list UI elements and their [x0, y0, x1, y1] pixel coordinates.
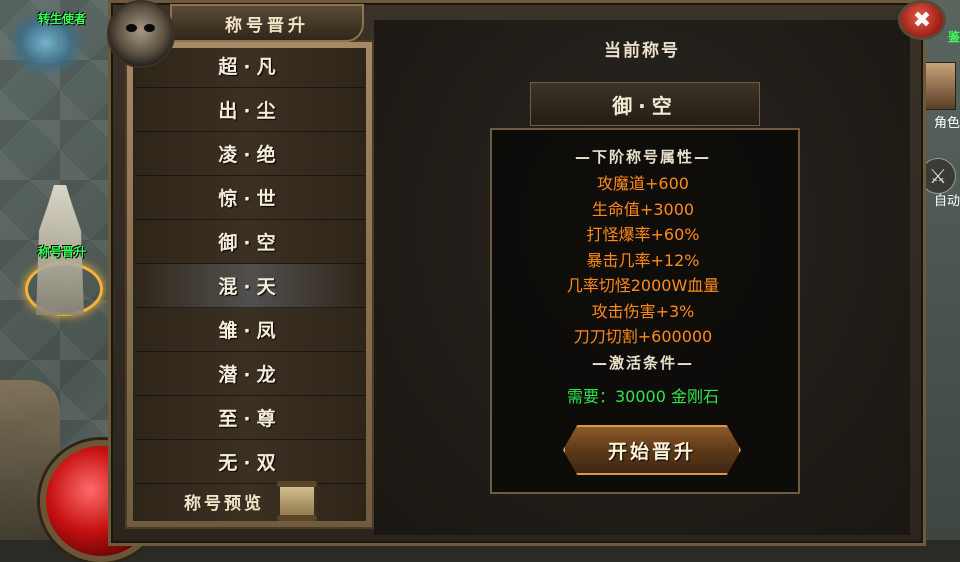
rank-list: 超·凡 出·尘 凌·绝 惊·世 御·空 混·天 雏·凤 潜·龙 至·尊 无·双: [135, 44, 365, 484]
rank-item[interactable]: 出·尘: [135, 88, 365, 132]
auto-battle-label[interactable]: 自动: [934, 190, 960, 209]
attribute-line: 暴击几率+12%: [586, 250, 700, 270]
current-title-label: 当前称号: [604, 41, 680, 61]
requirement-text: 需要：30000 金刚石: [567, 387, 719, 406]
rank-item[interactable]: 混·天: [135, 264, 365, 308]
close-icon[interactable]: ✖: [898, 0, 946, 40]
start-promotion-button[interactable]: 开始晋升: [563, 425, 741, 475]
rank-item[interactable]: 雏·凤: [135, 308, 365, 352]
rank-item[interactable]: 凌·绝: [135, 132, 365, 176]
npc-title-promotion-label: 称号晋升: [38, 245, 87, 259]
next-attributes-heading: —下阶称号属性—: [574, 148, 711, 166]
title-preview-label[interactable]: 称号预览: [184, 489, 264, 514]
attribute-line: 生命值+3000: [591, 199, 695, 219]
right-hud-label-top: 鉴: [947, 30, 960, 44]
rank-item[interactable]: 超·凡: [135, 44, 365, 88]
attribute-line: 攻击伤害+3%: [591, 301, 695, 321]
title-preview[interactable]: 称号预览: [135, 478, 365, 524]
attribute-line: 刀刀切割+600000: [573, 327, 713, 346]
current-title-value: 御·空: [530, 82, 760, 126]
npc-reincarnation-label: 转生使者: [38, 12, 87, 26]
attribute-line: 打怪爆率+60%: [586, 225, 700, 244]
rank-item[interactable]: 潜·龙: [135, 352, 365, 396]
scroll-icon[interactable]: [277, 481, 317, 521]
rank-item[interactable]: 至·尊: [135, 396, 365, 440]
attribute-list: 攻魔道+600 生命值+3000 打怪爆率+60% 暴击几率+12% 几率切怪2000W…: [490, 171, 796, 350]
rank-item[interactable]: 御·空: [135, 220, 365, 264]
attribute-line: 攻魔道+600: [597, 174, 689, 193]
character-button-label[interactable]: 角色: [934, 112, 960, 131]
activation-heading: —激活条件—: [591, 354, 694, 372]
panel-title: 称号晋升: [170, 4, 364, 42]
rank-item[interactable]: 惊·世: [135, 176, 365, 220]
attribute-line: 几率切怪2000W血量: [566, 276, 720, 295]
